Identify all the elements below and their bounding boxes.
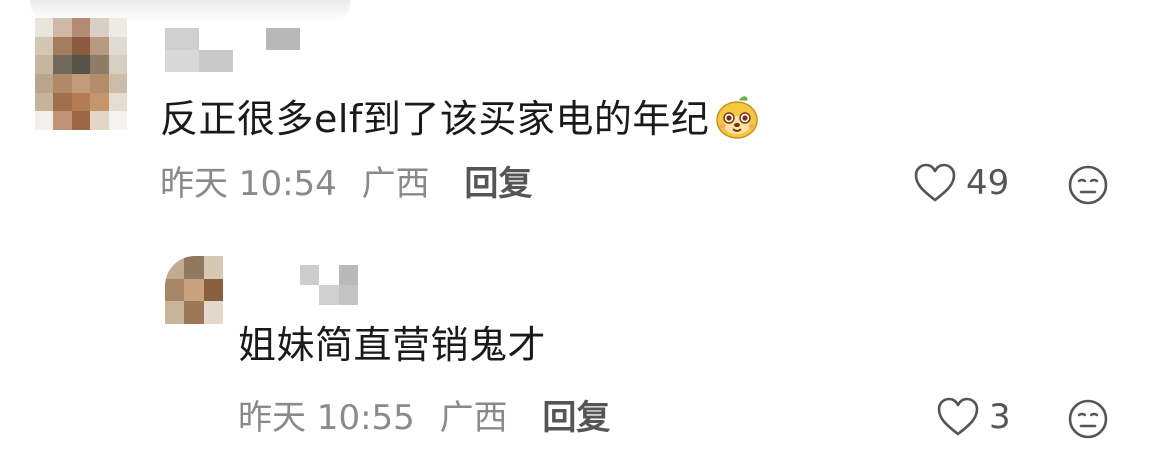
heart-outline-icon bbox=[937, 397, 979, 436]
like-count: 3 bbox=[989, 397, 1011, 437]
username-pixelated[interactable] bbox=[165, 28, 300, 72]
reply-location: 广西 bbox=[439, 398, 508, 438]
mango-face-emoji bbox=[713, 92, 761, 150]
avatar-pixelated[interactable] bbox=[165, 256, 223, 324]
comment-location: 广西 bbox=[361, 164, 430, 204]
reply-time: 昨天 10:55 bbox=[238, 398, 415, 438]
heart-outline-icon bbox=[914, 163, 956, 202]
reply-button[interactable]: 回复 bbox=[542, 398, 610, 438]
dislike-button[interactable] bbox=[1067, 398, 1109, 444]
reply-button[interactable]: 回复 bbox=[464, 164, 532, 204]
avatar-pixelated[interactable] bbox=[35, 18, 127, 130]
meh-face-icon bbox=[1068, 165, 1108, 205]
meh-face-icon bbox=[1068, 399, 1108, 439]
comment-meta: 昨天 10:54 广西 回复 bbox=[160, 164, 532, 204]
comment-text-content: 反正很多elf到了该买家电的年纪 bbox=[160, 97, 710, 141]
like-count: 49 bbox=[966, 163, 1010, 203]
dislike-button[interactable] bbox=[1067, 164, 1109, 210]
reply-meta: 昨天 10:55 广西 回复 bbox=[238, 398, 610, 438]
reply-text: 姐妹简直营销鬼才 bbox=[238, 323, 547, 367]
comment-text: 反正很多elf到了该买家电的年纪 bbox=[160, 92, 761, 150]
comment-time: 昨天 10:54 bbox=[160, 164, 337, 204]
like-button[interactable]: 3 bbox=[935, 396, 1011, 438]
username-pixelated[interactable] bbox=[300, 265, 358, 305]
like-button[interactable]: 49 bbox=[912, 162, 1009, 204]
